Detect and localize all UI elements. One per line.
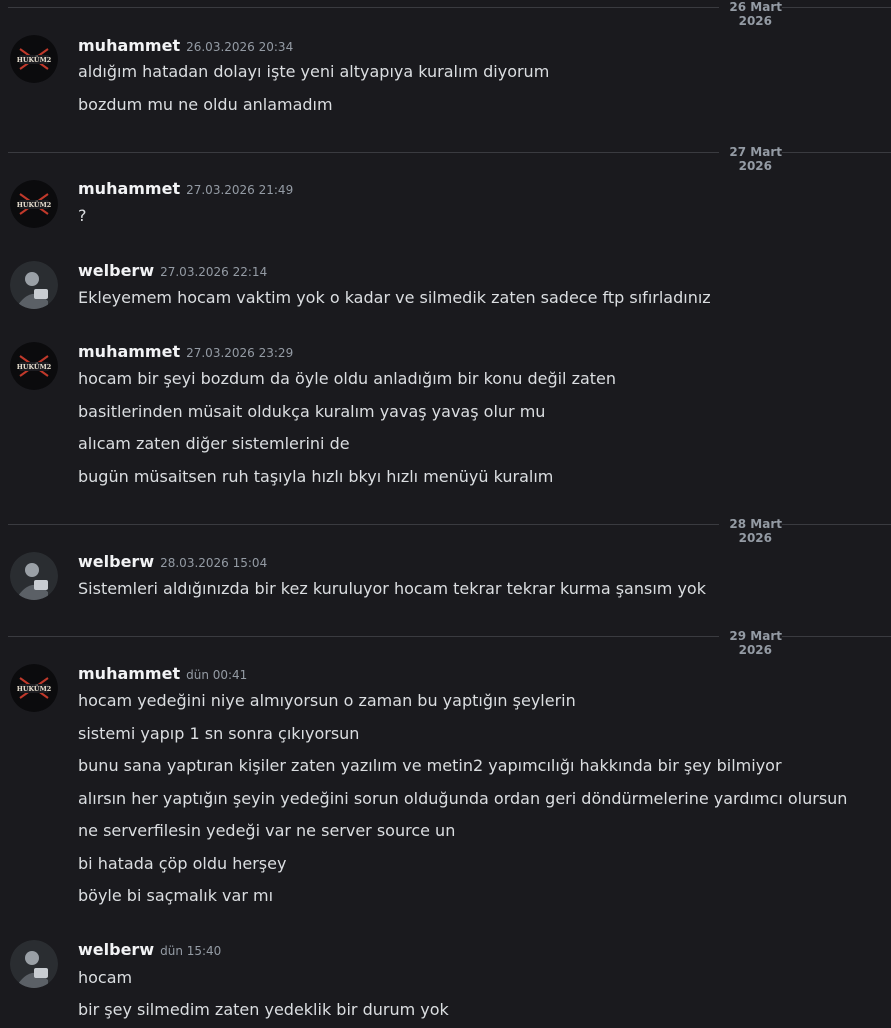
message-line: Ekleyemem hocam vaktim yok o kadar ve si… [78, 288, 711, 307]
divider-date: 26 Mart 2026 [719, 0, 782, 28]
date-divider: 29 Mart 2026 [8, 629, 891, 657]
timestamp: dün 00:41 [186, 668, 248, 682]
date-divider: 28 Mart 2026 [8, 517, 891, 545]
message-line: ne serverfilesin yedeği var ne server so… [78, 821, 456, 840]
date-divider: 26 Mart 2026 [8, 0, 891, 28]
avatar-welberw[interactable] [10, 552, 58, 600]
username[interactable]: welberw [78, 940, 154, 959]
message-header: muhammet 26.03.2026 20:34 [78, 35, 293, 57]
divider-date: 29 Mart 2026 [719, 629, 782, 657]
username[interactable]: muhammet [78, 342, 180, 361]
person-photo-icon [10, 261, 58, 309]
timestamp: dün 15:40 [160, 944, 222, 958]
hukum-logo-icon: HUKÜM2 [10, 342, 58, 390]
message-line: hocam bir şeyi bozdum da öyle oldu anlad… [78, 369, 617, 388]
username[interactable]: muhammet [78, 664, 180, 683]
timestamp: 26.03.2026 20:34 [186, 40, 294, 54]
person-photo-icon [10, 940, 58, 988]
divider-date: 27 Mart 2026 [719, 145, 782, 173]
avatar-welberw[interactable] [10, 261, 58, 309]
hukum-logo-icon: HUKÜM2 [10, 664, 58, 712]
message-line: basitlerinden müsait oldukça kuralım yav… [78, 402, 546, 421]
username[interactable]: muhammet [78, 179, 180, 198]
message-line: hocam [78, 968, 133, 987]
message-line: bir şey silmedim zaten yedeklik bir duru… [78, 1000, 449, 1019]
message-line: bozdum mu ne oldu anlamadım [78, 95, 333, 114]
timestamp: 27.03.2026 21:49 [186, 183, 294, 197]
message-header: muhammet 27.03.2026 21:49 [78, 178, 293, 200]
hukum-logo-icon: HUKÜM2 [10, 35, 58, 83]
timestamp: 27.03.2026 22:14 [160, 265, 268, 279]
timestamp: 28.03.2026 15:04 [160, 556, 268, 570]
avatar-muhammet[interactable]: HUKÜM2 [10, 342, 58, 390]
svg-text:HUKÜM2: HUKÜM2 [17, 200, 52, 209]
svg-text:HUKÜM2: HUKÜM2 [17, 362, 52, 371]
divider-date: 28 Mart 2026 [719, 517, 782, 545]
avatar-muhammet[interactable]: HUKÜM2 [10, 35, 58, 83]
username[interactable]: welberw [78, 552, 154, 571]
username[interactable]: welberw [78, 261, 154, 280]
svg-text:HUKÜM2: HUKÜM2 [17, 55, 52, 64]
chat-messages: 26 Mart 2026 HUKÜM2 muhammet 26.03.2026 2… [0, 0, 891, 1028]
message-line: alırsın her yaptığın şeyin yedeğini soru… [78, 789, 848, 808]
message-header: welberw 28.03.2026 15:04 [78, 551, 267, 573]
message-header: welberw 27.03.2026 22:14 [78, 260, 267, 282]
message-line: hocam yedeğini niye almıyorsun o zaman b… [78, 691, 576, 710]
svg-text:HUKÜM2: HUKÜM2 [17, 684, 52, 693]
message-line: alıcam zaten diğer sistemlerini de [78, 434, 350, 453]
message-line: sistemi yapıp 1 sn sonra çıkıyorsun [78, 724, 360, 743]
message-header: welberw dün 15:40 [78, 939, 221, 961]
hukum-logo-icon: HUKÜM2 [10, 180, 58, 228]
message-line: böyle bi saçmalık var mı [78, 886, 274, 905]
message-line: bunu sana yaptıran kişiler zaten yazılım… [78, 756, 782, 775]
person-photo-icon [10, 552, 58, 600]
message-header: muhammet dün 00:41 [78, 663, 247, 685]
avatar-muhammet[interactable]: HUKÜM2 [10, 664, 58, 712]
message-line: bi hatada çöp oldu herşey [78, 854, 287, 873]
message-line: ? [78, 206, 87, 225]
message-line: Sistemleri aldığınızda bir kez kuruluyor… [78, 579, 706, 598]
avatar-muhammet[interactable]: HUKÜM2 [10, 180, 58, 228]
message-line: aldığım hatadan dolayı işte yeni altyapı… [78, 62, 550, 81]
avatar-welberw[interactable] [10, 940, 58, 988]
username[interactable]: muhammet [78, 36, 180, 55]
message-line: bugün müsaitsen ruh taşıyla hızlı bkyı h… [78, 467, 554, 486]
date-divider: 27 Mart 2026 [8, 145, 891, 173]
message-header: muhammet 27.03.2026 23:29 [78, 341, 293, 363]
timestamp: 27.03.2026 23:29 [186, 346, 294, 360]
